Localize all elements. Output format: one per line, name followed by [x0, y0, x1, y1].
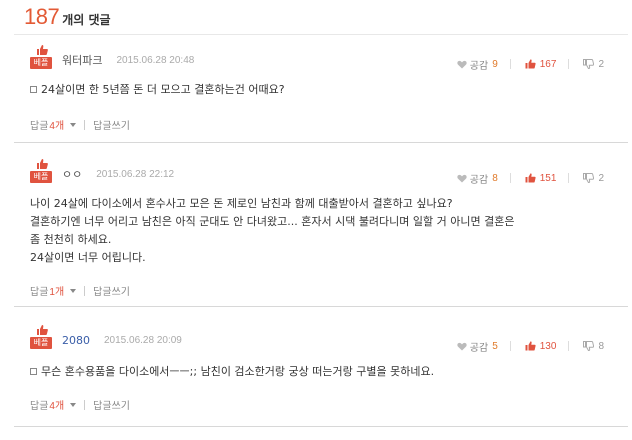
thumbs-down-icon [583, 59, 595, 69]
reply-count[interactable]: 1개 [49, 283, 64, 298]
comment-text-line: 결혼하기엔 너무 어리고 남친은 아직 군대도 안 다녀왔고... 혼자서 시댁… [30, 215, 515, 228]
write-reply-button[interactable]: 답글쓰기 [93, 117, 130, 132]
comment-text-line: 24살이면 한 5년쯤 돈 더 모으고 결혼하는건 어때요? [30, 81, 610, 99]
thumbs-up-icon [37, 325, 48, 335]
comment-author[interactable]: ㅇㅇ [62, 168, 82, 183]
dislike-button[interactable]: 8 [583, 341, 604, 352]
best-badge-label: 베플 [30, 337, 52, 349]
agree-label: 공감 [469, 60, 489, 72]
chevron-down-icon[interactable] [70, 289, 77, 293]
dislike-button[interactable]: 2 [583, 173, 604, 184]
comment-item: 베플 2080 2015.06.28 20:09 공감 5 130 8 무슨 혼… [14, 307, 628, 427]
thumbs-up-icon [525, 173, 536, 183]
comment-text: 무슨 혼수용품을 다이소에서ㅡㅡ;; 남친이 검소한거랑 궁상 떠는거랑 구별을… [41, 365, 435, 378]
reply-bar: 답글 4개 답글쓰기 [30, 397, 130, 412]
thumbs-down-icon [583, 341, 595, 351]
dislike-count: 2 [598, 172, 604, 184]
comment-stats: 공감 9 167 2 [443, 57, 604, 72]
comments-header: 187 개의 댓글 [24, 4, 111, 32]
stat-divider [509, 173, 511, 183]
comment-stats: 공감 5 130 8 [443, 339, 604, 354]
checkbox-icon [30, 368, 37, 375]
agree-button[interactable]: 공감 9 [457, 57, 498, 72]
best-badge: 베플 [30, 159, 52, 183]
best-badge-label: 베플 [30, 57, 52, 69]
like-button[interactable]: 151 [525, 172, 557, 184]
thumbs-up-icon [37, 45, 48, 55]
comment-author[interactable]: 2080 [62, 334, 90, 349]
checkbox-icon [30, 86, 37, 93]
like-count: 167 [539, 58, 557, 70]
agree-count: 5 [492, 340, 498, 352]
stat-divider [568, 59, 570, 69]
best-badge-label: 베플 [30, 171, 52, 183]
comment-meta: 베플 워터파크 2015.06.28 20:48 [30, 37, 194, 69]
comment-date: 2015.06.28 22:12 [96, 169, 175, 180]
comment-body: 24살이면 한 5년쯤 돈 더 모으고 결혼하는건 어때요? [30, 81, 610, 99]
comment-text-line: 좀 천천히 하세요. [30, 233, 112, 246]
comment-meta: 베플 ㅇㅇ 2015.06.28 22:12 [30, 151, 174, 183]
agree-count: 8 [492, 172, 498, 184]
thumbs-down-icon [583, 173, 595, 183]
reply-divider [84, 399, 86, 410]
like-count: 130 [539, 340, 557, 352]
comment-body: 무슨 혼수용품을 다이소에서ㅡㅡ;; 남친이 검소한거랑 궁상 떠는거랑 구별을… [30, 363, 610, 381]
comment-count-label: 개의 댓글 [62, 13, 111, 27]
like-button[interactable]: 167 [525, 58, 557, 70]
dislike-count: 2 [598, 58, 604, 70]
comment-body: 나이 24살에 다이소에서 혼수사고 모은 돈 제로인 남친과 함께 대출받아서… [30, 195, 610, 267]
comment-text-line: 나이 24살에 다이소에서 혼수사고 모은 돈 제로인 남친과 함께 대출받아서… [30, 197, 453, 210]
agree-label: 공감 [469, 174, 489, 186]
stat-divider [509, 59, 511, 69]
dislike-count: 8 [598, 340, 604, 352]
like-count: 151 [539, 172, 557, 184]
reply-count[interactable]: 4개 [49, 397, 64, 412]
reply-bar: 답글 4개 답글쓰기 [30, 117, 130, 132]
comment-text-line: 무슨 혼수용품을 다이소에서ㅡㅡ;; 남친이 검소한거랑 궁상 떠는거랑 구별을… [30, 363, 610, 381]
comment-meta: 베플 2080 2015.06.28 20:09 [30, 317, 182, 349]
chevron-down-icon[interactable] [70, 403, 77, 407]
agree-label: 공감 [469, 342, 489, 354]
heart-icon [457, 60, 467, 68]
agree-button[interactable]: 공감 8 [457, 171, 498, 186]
write-reply-button[interactable]: 답글쓰기 [93, 397, 130, 412]
comment-count: 187 [24, 4, 60, 29]
reply-bar: 답글 1개 답글쓰기 [30, 283, 130, 298]
agree-count: 9 [492, 58, 498, 70]
agree-button[interactable]: 공감 5 [457, 339, 498, 354]
thumbs-up-icon [37, 159, 48, 169]
write-reply-button[interactable]: 답글쓰기 [93, 283, 130, 298]
heart-icon [457, 174, 467, 182]
stat-divider [509, 341, 511, 351]
comment-text: 24살이면 한 5년쯤 돈 더 모으고 결혼하는건 어때요? [41, 83, 285, 96]
reply-label[interactable]: 답글 [30, 117, 48, 132]
comment-date: 2015.06.28 20:48 [116, 55, 195, 66]
thumbs-up-icon [525, 341, 536, 351]
chevron-down-icon[interactable] [70, 123, 77, 127]
heart-icon [457, 342, 467, 350]
reply-label[interactable]: 답글 [30, 397, 48, 412]
comment-stats: 공감 8 151 2 [443, 171, 604, 186]
comment-author[interactable]: 워터파크 [62, 54, 102, 69]
reply-label[interactable]: 답글 [30, 283, 48, 298]
reply-divider [84, 285, 86, 296]
stat-divider [568, 341, 570, 351]
comment-item: 베플 ㅇㅇ 2015.06.28 22:12 공감 8 151 2 나이 24살… [14, 143, 628, 307]
comment-text-line: 24살이면 너무 어립니다. [30, 251, 146, 264]
stat-divider [568, 173, 570, 183]
reply-divider [84, 119, 86, 130]
dislike-button[interactable]: 2 [583, 59, 604, 70]
comment-date: 2015.06.28 20:09 [104, 335, 182, 346]
header-divider [14, 34, 628, 35]
thumbs-up-icon [525, 59, 536, 69]
like-button[interactable]: 130 [525, 340, 557, 352]
reply-count[interactable]: 4개 [49, 117, 64, 132]
comment-item: 베플 워터파크 2015.06.28 20:48 공감 9 167 2 24살이… [14, 37, 628, 143]
best-badge: 베플 [30, 325, 52, 349]
best-badge: 베플 [30, 45, 52, 69]
